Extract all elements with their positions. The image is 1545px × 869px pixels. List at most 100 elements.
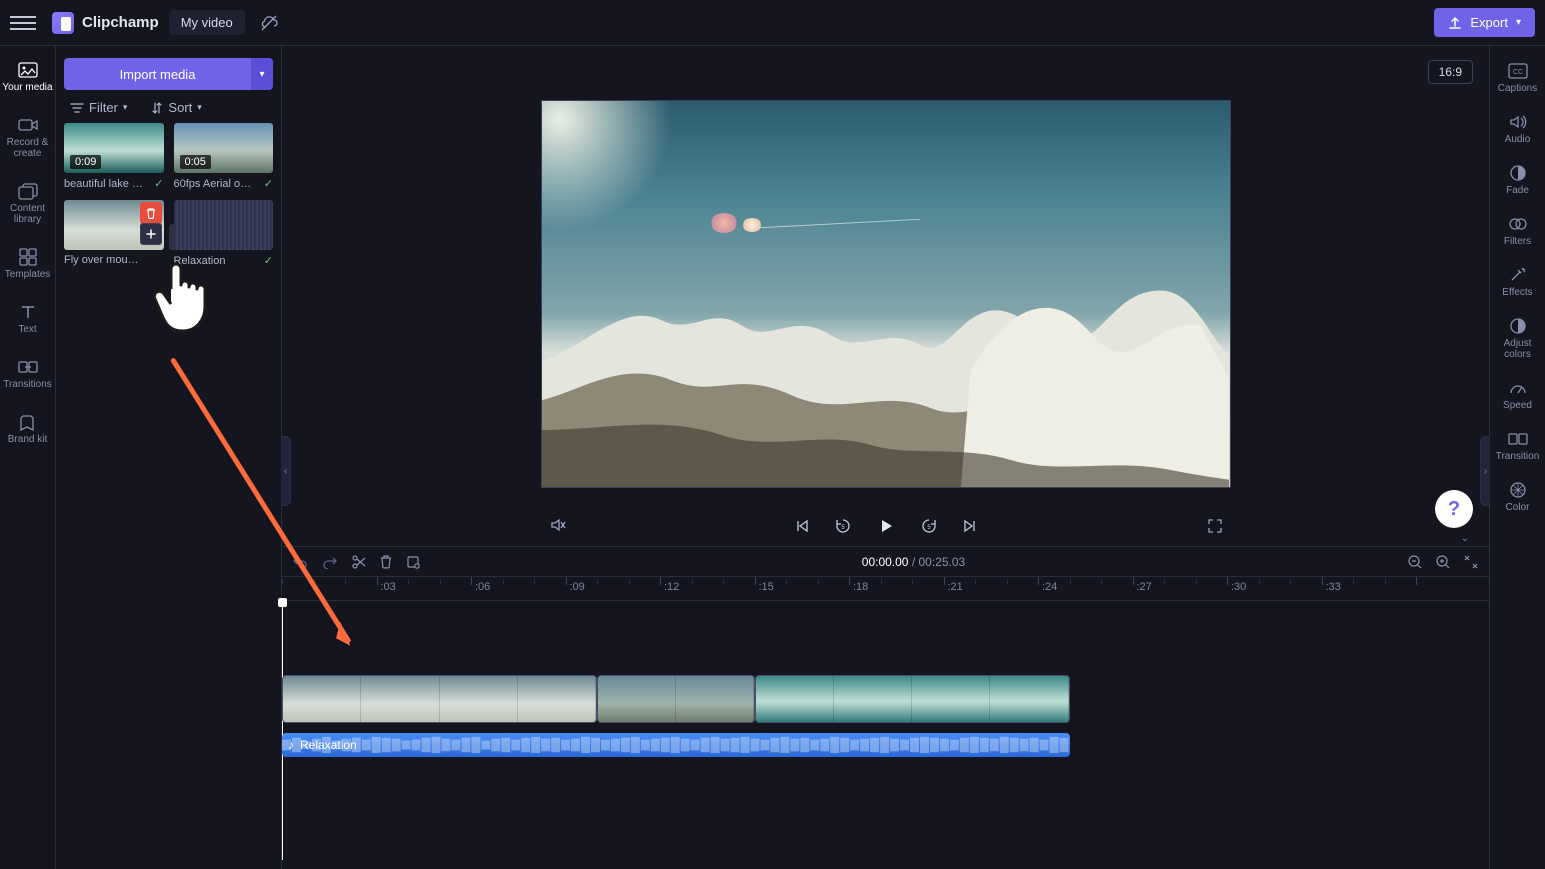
timeline-clip[interactable] xyxy=(282,675,597,723)
rrail-fade[interactable]: Fade xyxy=(1490,156,1545,203)
rrail-audio[interactable]: Audio xyxy=(1490,105,1545,152)
filter-button[interactable]: Filter ▾ xyxy=(70,100,127,115)
import-media-dropdown[interactable]: ▾ xyxy=(251,58,273,90)
collapse-media-panel[interactable]: ‹ xyxy=(281,436,291,506)
import-media-label: Import media xyxy=(120,67,196,82)
timeline-clip[interactable] xyxy=(597,675,755,723)
check-icon: ✓ xyxy=(264,254,273,267)
zoom-out-button[interactable] xyxy=(1407,554,1423,570)
collapse-right-panel[interactable]: › xyxy=(1480,436,1490,506)
rrail-transition[interactable]: Transition xyxy=(1490,422,1545,469)
rail-your-media[interactable]: Your media xyxy=(0,54,55,99)
media-name: 60fps Aerial o… xyxy=(174,178,252,190)
color-wheel-icon xyxy=(1508,480,1528,500)
next-button[interactable] xyxy=(962,518,978,534)
preview-frame xyxy=(542,101,1230,487)
rrail-captions[interactable]: CCCaptions xyxy=(1490,54,1545,101)
media-item[interactable]: 0:05 60fps Aerial o…✓ xyxy=(174,123,274,190)
record-icon xyxy=(18,115,38,135)
filters-overlap-icon xyxy=(1508,214,1528,234)
logo-mark xyxy=(52,12,74,34)
rrail-label: Speed xyxy=(1503,400,1532,411)
rail-brand-kit[interactable]: Brand kit xyxy=(0,406,55,451)
trash-icon xyxy=(145,207,157,219)
rrail-effects[interactable]: Effects xyxy=(1490,258,1545,305)
timeline-toolbar: 00:00.00 / 00:25.03 xyxy=(282,546,1489,576)
captions-icon: CC xyxy=(1508,61,1528,81)
timeline-ruler[interactable]: :03:06:09:12:15:18:21:24:27:30:33 xyxy=(282,576,1489,600)
brand-icon xyxy=(18,412,38,432)
media-name: Fly over mou… xyxy=(64,254,139,266)
rail-record-create[interactable]: Record & create xyxy=(0,109,55,165)
templates-icon xyxy=(18,247,38,267)
timeline-tracks[interactable]: ♪Relaxation xyxy=(282,600,1489,860)
import-media-button[interactable]: Import media xyxy=(64,58,251,90)
rrail-label: Filters xyxy=(1504,236,1531,247)
rail-label: Brand kit xyxy=(8,434,47,445)
rrail-adjust-colors[interactable]: Adjust colors xyxy=(1490,309,1545,367)
time-separator: / xyxy=(912,555,919,569)
rrail-filters[interactable]: Filters xyxy=(1490,207,1545,254)
delete-button[interactable] xyxy=(380,555,392,569)
preview-stage[interactable] xyxy=(541,100,1231,488)
timeline-clip[interactable] xyxy=(755,675,1070,723)
right-panel-toggle[interactable]: ⌄ xyxy=(1461,533,1469,544)
rrail-label: Audio xyxy=(1505,134,1531,145)
add-to-timeline-button[interactable]: Add to timeline xyxy=(140,223,162,245)
plus-icon xyxy=(145,228,157,240)
hand-cursor-icon xyxy=(147,251,227,341)
rail-transitions[interactable]: Transitions xyxy=(0,351,55,396)
export-button[interactable]: Export ▾ xyxy=(1434,8,1535,37)
annotation-cursor xyxy=(147,251,227,341)
export-label: Export xyxy=(1470,15,1508,30)
sound-toggle[interactable] xyxy=(549,516,567,534)
contrast-icon xyxy=(1508,316,1528,336)
prev-button[interactable] xyxy=(794,518,810,534)
forward-5-button[interactable]: 5 xyxy=(920,517,938,535)
project-title[interactable]: My video xyxy=(169,10,245,35)
zoom-fit-button[interactable] xyxy=(1463,554,1479,570)
media-thumbnail xyxy=(174,200,274,250)
rrail-label: Fade xyxy=(1506,185,1529,196)
library-icon xyxy=(18,181,38,201)
media-duration: 0:09 xyxy=(70,155,101,169)
app-logo[interactable]: Clipchamp xyxy=(52,12,159,34)
redo-button[interactable] xyxy=(322,555,338,569)
aspect-ratio-label: 16:9 xyxy=(1439,65,1462,79)
zoom-in-button[interactable] xyxy=(1435,554,1451,570)
delete-media-button[interactable] xyxy=(140,202,162,224)
split-button[interactable] xyxy=(352,555,366,569)
crop-button[interactable] xyxy=(406,555,420,569)
rail-content-library[interactable]: Content library xyxy=(0,175,55,231)
cloud-sync-icon[interactable] xyxy=(259,13,279,33)
sort-button[interactable]: Sort ▾ xyxy=(151,100,201,115)
fade-icon xyxy=(1508,163,1528,183)
rrail-color[interactable]: Color xyxy=(1490,473,1545,520)
rrail-speed[interactable]: Speed xyxy=(1490,371,1545,418)
media-item[interactable]: 0:09 beautiful lake …✓ xyxy=(64,123,164,190)
rail-label: Content library xyxy=(0,203,55,225)
rrail-label: Effects xyxy=(1502,287,1532,298)
brand-name: Clipchamp xyxy=(82,14,159,31)
rail-label: Templates xyxy=(5,269,51,280)
rail-templates[interactable]: Templates xyxy=(0,241,55,286)
sort-label: Sort xyxy=(168,100,192,115)
timeline-audio-clip[interactable]: ♪Relaxation xyxy=(282,733,1070,757)
play-button[interactable] xyxy=(876,516,896,536)
fullscreen-button[interactable] xyxy=(1207,518,1223,534)
chevron-down-icon: ▾ xyxy=(1516,17,1521,28)
chevron-down-icon: ▾ xyxy=(123,102,128,113)
playhead[interactable] xyxy=(282,601,283,860)
rail-label: Text xyxy=(18,324,36,335)
rewind-5-button[interactable]: 5 xyxy=(834,517,852,535)
total-time: 00:25.03 xyxy=(919,555,966,569)
check-icon: ✓ xyxy=(264,177,273,190)
filter-label: Filter xyxy=(89,100,118,115)
help-button[interactable]: ? xyxy=(1435,490,1473,528)
aspect-ratio-button[interactable]: 16:9 xyxy=(1428,60,1473,84)
rail-text[interactable]: Text xyxy=(0,296,55,341)
chevron-down-icon: ▾ xyxy=(259,69,264,80)
speaker-off-icon xyxy=(549,516,567,534)
menu-button[interactable] xyxy=(10,10,36,36)
rrail-label: Color xyxy=(1506,502,1530,513)
